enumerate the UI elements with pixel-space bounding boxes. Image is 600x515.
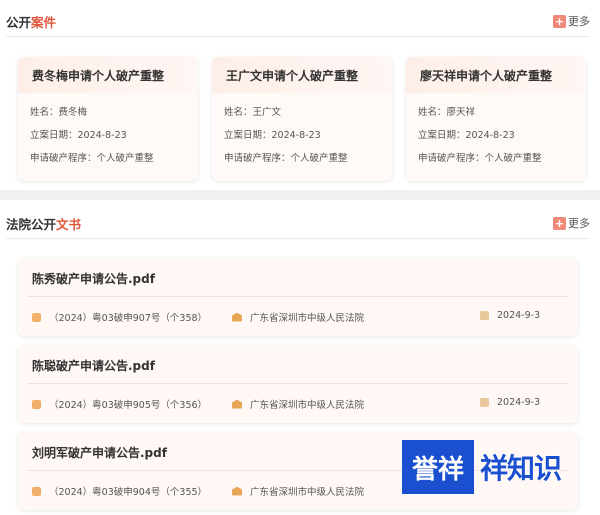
case-filing-date: 立案日期：2024-8-23: [418, 130, 515, 141]
plus-icon: +: [553, 216, 566, 230]
public-cases-section: 公开案件 + 更多 费冬梅申请个人破产重整 姓名：费冬梅 立案日期：2024-8…: [0, 0, 600, 190]
logo-badge: 誉祥: [402, 440, 474, 494]
section-title-highlight: 文书: [56, 216, 82, 232]
section-title-highlight: 案件: [31, 14, 57, 30]
section-title: 公开案件: [6, 12, 56, 31]
case-name: 姓名：廖天祥: [418, 107, 476, 118]
divider: [28, 383, 568, 384]
section-separator: [0, 190, 600, 200]
case-number-text: （2024）粤03破申905号（个356）: [49, 400, 208, 411]
case-procedure: 申请破产程序：个人破产重整: [30, 153, 154, 164]
court-text: 广东省深圳市中级人民法院: [250, 400, 365, 411]
case-title: 王广文申请个人破产重整: [212, 57, 392, 93]
document-case-number: （2024）粤03破申907号（个358）: [32, 310, 207, 324]
document-date: 2024-9-3: [480, 310, 540, 321]
document-court: 广东省深圳市中级人民法院: [232, 484, 364, 498]
court-documents-header: 法院公开文书 + 更多: [6, 210, 590, 236]
plus-icon: +: [553, 14, 566, 28]
case-card[interactable]: 费冬梅申请个人破产重整 姓名：费冬梅 立案日期：2024-8-23 申请破产程序…: [18, 57, 198, 181]
document-date: 2024-9-3: [480, 397, 540, 408]
divider: [6, 238, 590, 239]
court-building-icon: [232, 312, 242, 322]
more-label: 更多: [568, 15, 590, 28]
document-title: 陈聪破产申请公告.pdf: [32, 359, 155, 373]
document-case-number: （2024）粤03破申905号（个356）: [32, 397, 207, 411]
more-label: 更多: [568, 217, 590, 230]
case-name: 姓名：费冬梅: [30, 107, 88, 118]
watermark-logo: 誉祥 祥知识: [402, 440, 592, 494]
divider: [6, 36, 590, 37]
case-card[interactable]: 王广文申请个人破产重整 姓名：王广文 立案日期：2024-8-23 申请破产程序…: [212, 57, 392, 181]
document-icon: [32, 312, 41, 322]
case-name: 姓名：王广文: [224, 107, 282, 118]
case-number-text: （2024）粤03破申907号（个358）: [49, 313, 208, 324]
case-procedure: 申请破产程序：个人破产重整: [224, 153, 348, 164]
date-text: 2024-9-3: [497, 397, 541, 408]
section-title-plain: 法院公开: [6, 216, 57, 232]
date-text: 2024-9-3: [497, 310, 541, 321]
case-card[interactable]: 廖天祥申请个人破产重整 姓名：廖天祥 立案日期：2024-8-23 申请破产程序…: [406, 57, 586, 181]
document-card[interactable]: 陈秀破产申请公告.pdf （2024）粤03破申907号（个358） 广东省深圳…: [18, 258, 578, 336]
case-number-text: （2024）粤03破申904号（个355）: [49, 487, 208, 498]
calendar-icon: [480, 311, 489, 320]
logo-text: 祥知识: [480, 452, 562, 485]
divider: [28, 296, 568, 297]
more-cases-link[interactable]: + 更多: [553, 13, 590, 29]
case-filing-date: 立案日期：2024-8-23: [224, 130, 321, 141]
case-procedure: 申请破产程序：个人破产重整: [418, 153, 542, 164]
document-icon: [32, 486, 41, 496]
document-case-number: （2024）粤03破申904号（个355）: [32, 484, 207, 498]
document-court: 广东省深圳市中级人民法院: [232, 310, 364, 324]
case-title: 廖天祥申请个人破产重整: [406, 57, 586, 93]
court-text: 广东省深圳市中级人民法院: [250, 313, 365, 324]
logo-badge-text: 誉祥: [411, 454, 464, 485]
case-title: 费冬梅申请个人破产重整: [18, 57, 198, 93]
calendar-icon: [480, 398, 489, 407]
section-title: 法院公开文书: [6, 214, 81, 233]
public-cases-header: 公开案件 + 更多: [6, 8, 590, 34]
court-text: 广东省深圳市中级人民法院: [250, 487, 365, 498]
section-title-plain: 公开: [6, 14, 32, 30]
document-card[interactable]: 陈聪破产申请公告.pdf （2024）粤03破申905号（个356） 广东省深圳…: [18, 345, 578, 423]
more-documents-link[interactable]: + 更多: [553, 215, 590, 231]
document-title: 陈秀破产申请公告.pdf: [32, 272, 155, 286]
court-building-icon: [232, 486, 242, 496]
document-title: 刘明军破产申请公告.pdf: [32, 446, 167, 460]
document-court: 广东省深圳市中级人民法院: [232, 397, 364, 411]
court-building-icon: [232, 399, 242, 409]
document-icon: [32, 399, 41, 409]
case-filing-date: 立案日期：2024-8-23: [30, 130, 127, 141]
